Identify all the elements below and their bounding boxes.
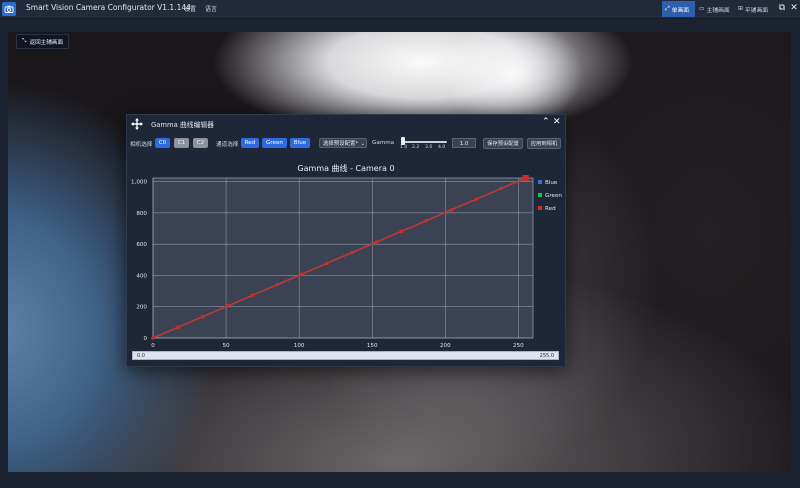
y-tick-label: 800 [136, 211, 147, 217]
control-point[interactable] [374, 240, 379, 244]
control-point[interactable] [151, 336, 155, 340]
title-bar: Smart Vision Camera Configurator V1.1.14… [0, 0, 800, 19]
x-tick-label: 0 [151, 343, 155, 349]
x-tick-label: 200 [440, 343, 451, 349]
expand-icon: ⤢ [665, 5, 670, 12]
gamma-curve-chart: Gamma 曲线 - Camera 0 0 50 100 150 200 250 0 200… [131, 163, 562, 349]
y-axis: 0 200 400 600 800 1,000 [131, 180, 147, 342]
grid-icon: ⊞ [738, 6, 743, 12]
menu-settings[interactable]: 设置 [184, 4, 196, 13]
control-point[interactable] [399, 229, 404, 234]
legend-swatch-blue [538, 180, 542, 184]
control-point[interactable] [325, 261, 329, 266]
legend-label-blue: Blue [545, 180, 558, 186]
control-point[interactable] [200, 314, 205, 319]
control-point[interactable] [449, 208, 453, 212]
control-point[interactable] [176, 325, 180, 330]
legend: Blue Green Red [538, 180, 562, 212]
view-main-aux-button[interactable]: ▭ 主辅画面 [696, 1, 734, 17]
restore-window-icon[interactable]: ⧉ [777, 3, 787, 14]
control-point[interactable] [225, 304, 230, 308]
control-point-end[interactable] [522, 175, 529, 181]
range-max-label: 255.0 [539, 353, 554, 359]
y-tick-label: 1,000 [131, 180, 147, 186]
back-to-main-aux-button[interactable]: ⤡ 返回主辅画面 [16, 34, 70, 49]
collapse-icon: ⤡ [22, 38, 27, 44]
menu-language[interactable]: 语言 [205, 4, 217, 13]
control-point[interactable] [275, 282, 280, 287]
legend-label-red: Red [545, 206, 556, 212]
x-tick-label: 250 [513, 343, 524, 349]
close-window-icon[interactable]: ✕ [789, 3, 799, 14]
x-tick-label: 50 [223, 343, 231, 349]
layout-icon: ▭ [699, 6, 705, 12]
app-title: Smart Vision Camera Configurator V1.1.14… [26, 3, 191, 12]
control-point[interactable] [424, 218, 429, 223]
chart-title: Gamma 曲线 - Camera 0 [297, 163, 394, 173]
view-tile-button[interactable]: ⊞ 平铺画面 [735, 1, 773, 17]
x-axis: 0 50 100 150 200 250 [151, 343, 524, 349]
control-point[interactable] [349, 250, 354, 255]
control-point[interactable] [300, 272, 304, 276]
legend-swatch-green [538, 193, 542, 197]
y-tick-label: 400 [136, 273, 147, 279]
camera-app-icon [2, 2, 16, 16]
range-bar: 0.0 255.0 [132, 351, 559, 360]
control-point[interactable] [499, 186, 503, 191]
gamma-curve-editor-dialog: Gamma 曲线编辑器 ⌃ ✕ 相机选择 C0 C1 C2 通道选择 Red G… [126, 114, 566, 367]
legend-label-green: Green [545, 193, 562, 199]
range-min-label: 0.0 [137, 353, 145, 359]
y-tick-label: 0 [143, 336, 147, 342]
x-tick-label: 150 [367, 343, 378, 349]
legend-swatch-red [538, 206, 542, 210]
control-point[interactable] [474, 197, 478, 202]
y-tick-label: 200 [136, 305, 147, 311]
view-single-button[interactable]: ⤢ 单画面 [662, 1, 695, 17]
control-point[interactable] [250, 293, 255, 298]
x-tick-label: 100 [294, 343, 305, 349]
y-tick-label: 600 [136, 242, 147, 248]
